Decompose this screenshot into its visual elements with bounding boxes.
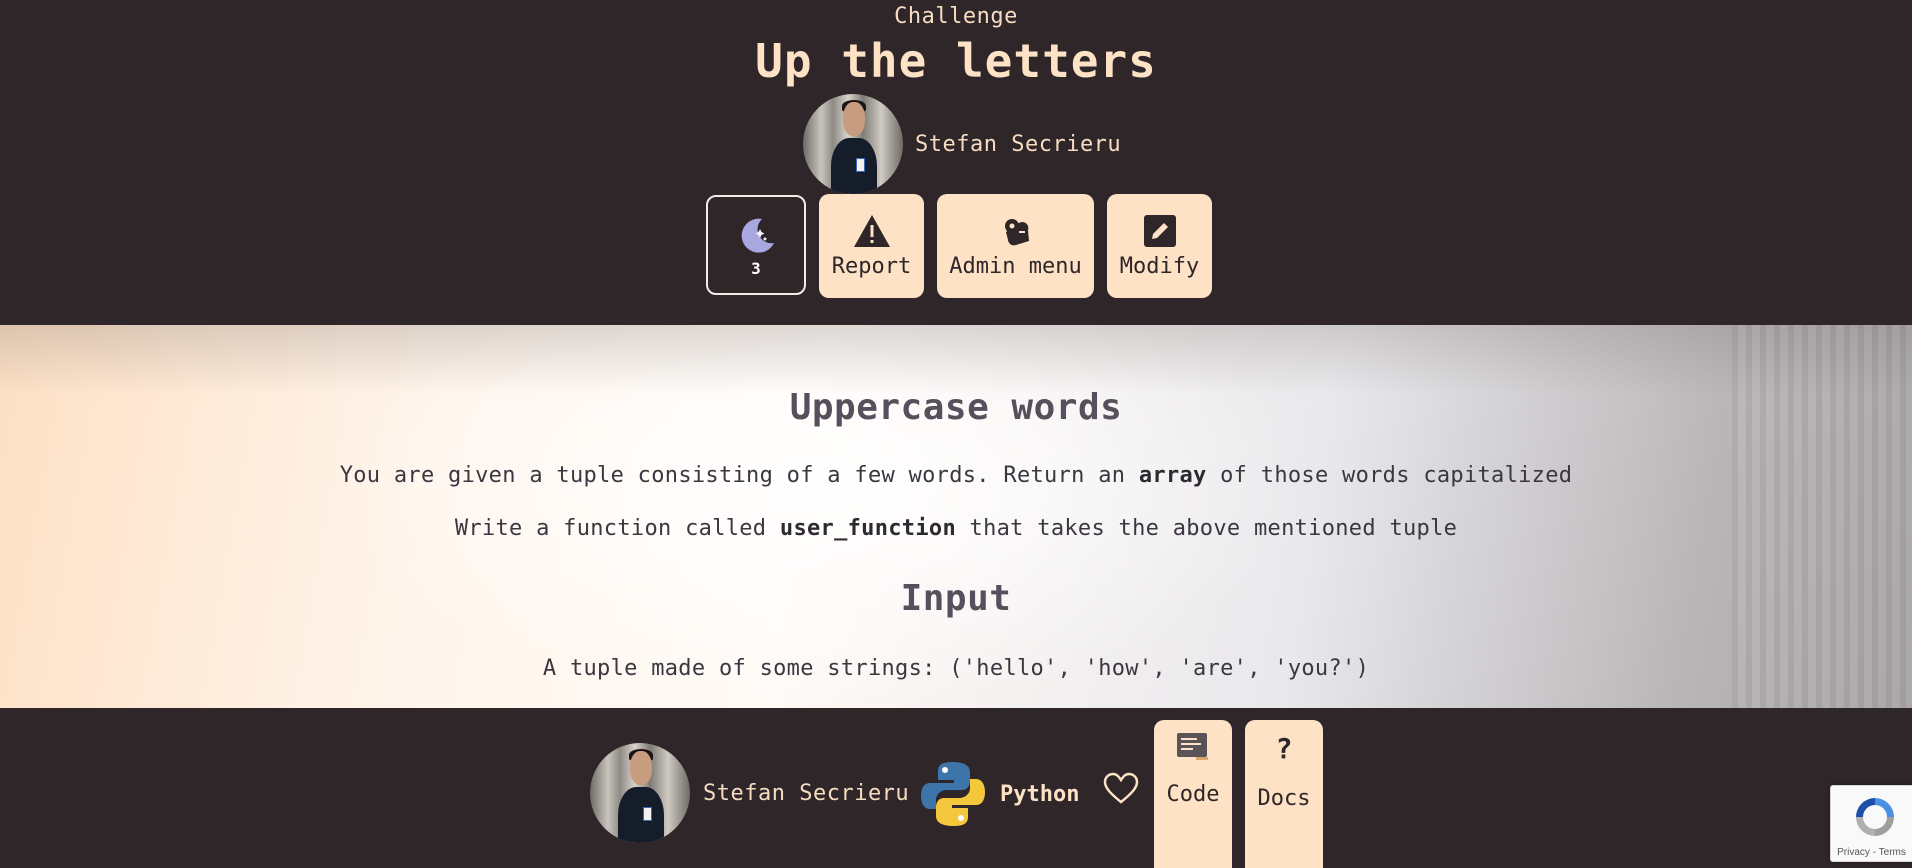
report-button[interactable]: Report: [819, 194, 924, 298]
description-line-2: Write a function called user_function th…: [454, 516, 1458, 541]
input-description: A tuple made of some strings: ('hello', …: [542, 656, 1370, 681]
modify-button[interactable]: Modify: [1107, 194, 1212, 298]
footer-author-info[interactable]: Stefan Secrieru: [590, 743, 909, 843]
description-line-1: You are given a tuple consisting of a fe…: [339, 463, 1573, 488]
moon-count: 3: [751, 258, 761, 278]
admin-tools-icon: [1004, 218, 1029, 245]
challenge-header: Challenge Up the letters Stefan Secrieru…: [0, 0, 1912, 325]
report-label: Report: [831, 253, 912, 279]
docs-label: Docs: [1257, 786, 1311, 811]
moon-vote-button[interactable]: 3: [706, 195, 806, 295]
docs-question-icon: ?: [1275, 732, 1293, 765]
challenge-description: Uppercase words You are given a tuple co…: [0, 325, 1912, 708]
challenge-actions: 3 Report Admin menu Modify: [706, 194, 1212, 298]
keyword-user-function: user_function: [779, 516, 956, 541]
recaptcha-badge[interactable]: Privacy - Terms: [1830, 785, 1912, 862]
python-logo-icon: [921, 762, 985, 826]
warning-icon: [853, 214, 890, 247]
author-name[interactable]: Stefan Secrieru: [915, 132, 1121, 157]
admin-menu-button[interactable]: Admin menu: [937, 194, 1094, 298]
moon-icon: [741, 218, 774, 253]
author-info[interactable]: Stefan Secrieru: [803, 94, 1121, 194]
language-name: Python: [1000, 781, 1080, 807]
edit-icon: [1143, 214, 1176, 247]
description-heading: Uppercase words: [789, 387, 1123, 428]
code-editor-icon: [1177, 733, 1208, 760]
docs-button[interactable]: ? Docs: [1245, 720, 1323, 868]
modify-label: Modify: [1119, 253, 1200, 279]
input-heading: Input: [900, 578, 1012, 619]
heart-icon[interactable]: [1103, 772, 1139, 804]
code-label: Code: [1166, 782, 1220, 807]
keyword-array: array: [1138, 463, 1207, 488]
challenge-title: Up the letters: [755, 34, 1157, 88]
admin-menu-label: Admin menu: [949, 253, 1082, 279]
footer-author-avatar[interactable]: [590, 743, 690, 843]
recaptcha-icon: [1856, 798, 1894, 836]
author-avatar[interactable]: [803, 94, 903, 194]
code-button[interactable]: Code: [1154, 720, 1232, 868]
language-info: Python: [920, 760, 1079, 828]
recaptcha-terms-link[interactable]: Privacy - Terms: [1831, 847, 1912, 858]
challenge-footer: Stefan Secrieru Python Code ? Docs: [0, 708, 1912, 868]
footer-author-name[interactable]: Stefan Secrieru: [703, 781, 909, 806]
challenge-eyebrow: Challenge: [894, 4, 1018, 29]
